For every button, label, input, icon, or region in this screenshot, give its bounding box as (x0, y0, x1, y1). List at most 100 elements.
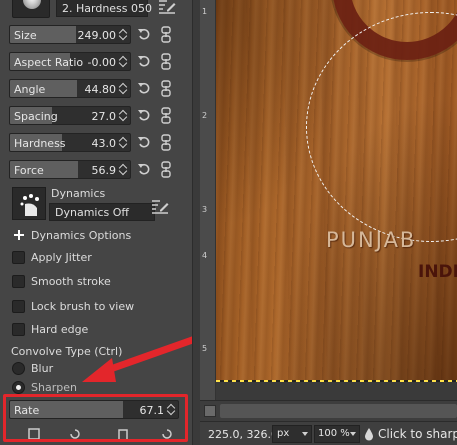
reset-icon[interactable] (137, 54, 151, 68)
checkbox-box[interactable] (12, 251, 25, 264)
reset-icon[interactable] (137, 135, 151, 149)
ruler-label: 5 (202, 344, 208, 353)
reset-icon[interactable] (137, 162, 151, 176)
delete-options-icon[interactable] (116, 427, 130, 441)
brush-preview[interactable] (12, 0, 50, 18)
brush-name-field[interactable]: 2. Hardness 050 (56, 0, 152, 17)
reset-icon[interactable] (137, 81, 151, 95)
image-canvas[interactable]: PUNJAB INDI (216, 0, 457, 400)
unit-select[interactable]: px (272, 425, 312, 443)
spin-arrows-icon[interactable] (167, 402, 176, 417)
slider-row-hardness: Hardness 43.0 (9, 133, 192, 153)
canvas-text-punjab: PUNJAB (326, 228, 417, 252)
slider-value: 56.9 (91, 164, 117, 177)
sharpen-drop-icon (365, 428, 373, 441)
slider-row-size: Size 249.00 (9, 25, 192, 45)
slider-field[interactable]: Size 249.00 (9, 25, 131, 44)
unit-value: px (277, 428, 290, 439)
link-chain-icon[interactable] (160, 134, 172, 151)
radio-sharpen[interactable] (12, 381, 25, 394)
status-bar: 225.0, 326.0 px 100 % Click to sharpen (200, 421, 457, 445)
status-hint: Click to sharpen (378, 427, 457, 441)
slider-value: 43.0 (91, 137, 117, 150)
slider-label: Size (14, 29, 37, 42)
radio-blur[interactable] (12, 362, 25, 375)
dynamics-group: Dynamics Dynamics Off (12, 187, 190, 223)
slider-row-angle: Angle 44.80 (9, 79, 192, 99)
edit-icon[interactable] (158, 0, 176, 14)
slider-field[interactable]: Angle 44.80 (9, 79, 131, 98)
slider-field[interactable]: Hardness 43.0 (9, 133, 131, 152)
slider-label: Angle (14, 83, 46, 96)
slider-value: 27.0 (91, 110, 117, 123)
dynamics-select[interactable]: Dynamics Off (49, 203, 155, 221)
scrollbar-thumb[interactable] (220, 404, 457, 418)
chevron-down-icon (350, 432, 356, 436)
lock-brush-label: Lock brush to view (31, 300, 135, 313)
canvas-text-indi: INDI (418, 262, 457, 282)
ruler-label: 2 (202, 111, 208, 120)
blur-label: Blur (31, 362, 54, 375)
expand-plus-icon (14, 230, 24, 240)
dynamics-preview-icon[interactable] (12, 187, 46, 220)
tool-options-panel: 2. Hardness 050 Size 249.00 Aspect Ratio -0… (0, 0, 192, 445)
spin-arrows-icon[interactable] (119, 27, 128, 42)
rate-slider-row: Rate 67.1 (9, 400, 179, 420)
canvas-padding (216, 382, 457, 400)
ruler-label: 3 (202, 205, 208, 214)
brush-selector: 2. Hardness 050 (8, 0, 192, 20)
rate-label: Rate (14, 404, 40, 417)
annotation-arrow-icon (82, 336, 192, 382)
chevron-down-icon (302, 432, 308, 436)
slider-row-spacing: Spacing 27.0 (9, 106, 192, 126)
slider-field[interactable]: Aspect Ratio -0.00 (9, 52, 131, 71)
link-chain-icon[interactable] (160, 161, 172, 178)
save-options-icon[interactable] (27, 427, 41, 441)
sharpen-label: Sharpen (31, 381, 77, 394)
pointer-coordinates: 225.0, 326.0 (208, 428, 278, 441)
horizontal-scrollbar[interactable] (200, 400, 457, 421)
checkbox-box[interactable] (12, 275, 25, 288)
link-chain-icon[interactable] (160, 53, 172, 70)
slider-field[interactable]: Force 56.9 (9, 160, 131, 179)
convolve-type-label: Convolve Type (Ctrl) (11, 345, 123, 358)
rate-value: 67.1 (139, 404, 165, 417)
slider-label: Force (14, 164, 44, 177)
spin-arrows-icon[interactable] (119, 135, 128, 150)
slider-value: -0.00 (87, 56, 116, 69)
ruler-label: 4 (202, 251, 208, 260)
slider-value: 44.80 (84, 83, 117, 96)
checkbox-box[interactable] (12, 323, 25, 336)
slider-row-force: Force 56.9 (9, 160, 192, 180)
dynamics-options-label: Dynamics Options (31, 229, 132, 242)
slider-label: Spacing (14, 110, 58, 123)
slider-label: Aspect Ratio (14, 56, 84, 69)
checkbox-box[interactable] (12, 300, 25, 313)
spin-arrows-icon[interactable] (119, 81, 128, 96)
link-chain-icon[interactable] (160, 26, 172, 43)
slider-value: 249.00 (77, 29, 117, 42)
spin-arrows-icon[interactable] (119, 162, 128, 177)
ruler-label: 1 (202, 7, 208, 16)
reset-icon[interactable] (137, 27, 151, 41)
slider-row-aspect-ratio: Aspect Ratio -0.00 (9, 52, 192, 72)
hard-edge-label: Hard edge (31, 323, 89, 336)
smooth-stroke-label: Smooth stroke (31, 275, 111, 288)
dynamics-label: Dynamics (51, 187, 106, 200)
slider-field[interactable]: Spacing 27.0 (9, 106, 131, 125)
reset-options-icon[interactable] (160, 427, 174, 441)
spin-arrows-icon[interactable] (119, 108, 128, 123)
navigate-icon[interactable] (204, 405, 216, 417)
vertical-ruler: 1 2 3 4 5 (200, 0, 216, 400)
restore-options-icon[interactable] (68, 427, 82, 441)
link-chain-icon[interactable] (160, 80, 172, 97)
zoom-select[interactable]: 100 % (314, 425, 360, 443)
rate-slider[interactable]: Rate 67.1 (9, 400, 179, 419)
link-chain-icon[interactable] (160, 107, 172, 124)
panel-divider[interactable] (192, 0, 200, 445)
dynamics-edit-icon[interactable] (151, 198, 169, 214)
reset-icon[interactable] (137, 108, 151, 122)
spin-arrows-icon[interactable] (119, 54, 128, 69)
apply-jitter-label: Apply Jitter (31, 251, 92, 264)
zoom-value: 100 % (318, 428, 350, 439)
